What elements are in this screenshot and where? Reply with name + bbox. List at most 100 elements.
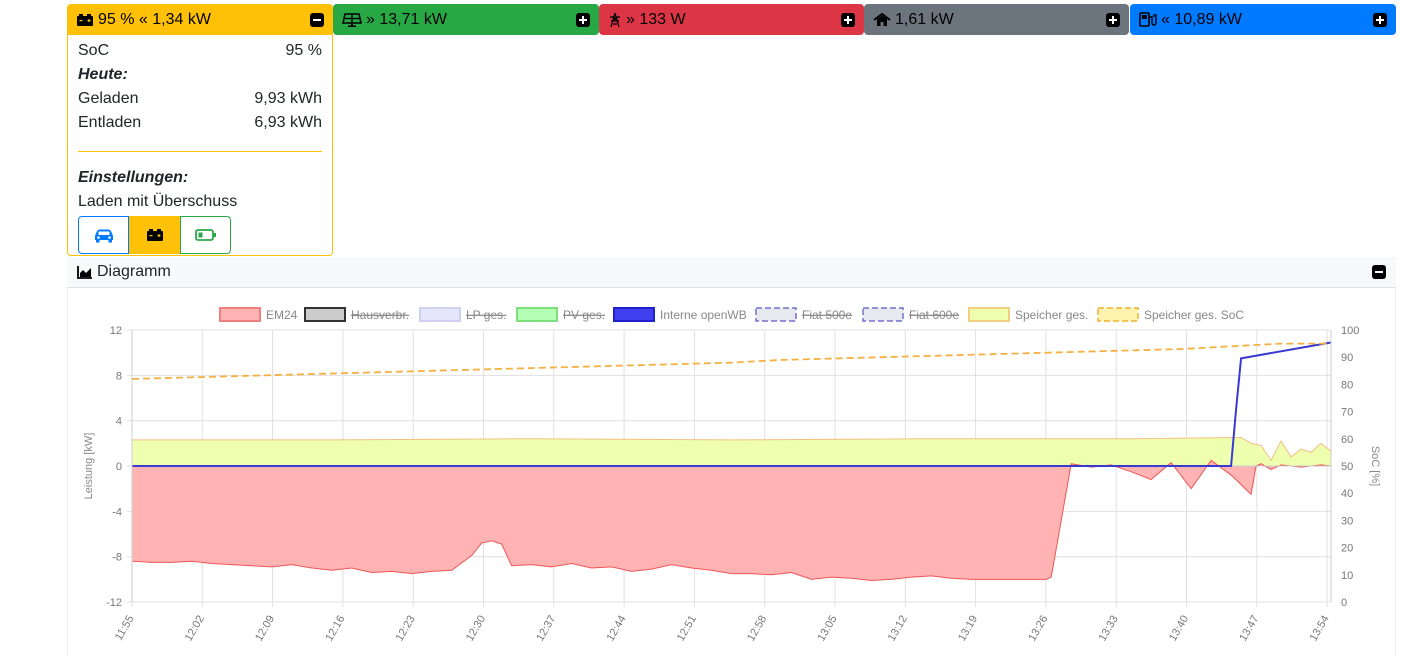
solar-panel-icon: [342, 12, 362, 27]
y-left-tick-label: 4: [116, 416, 122, 428]
series-soc-line: [131, 342, 1331, 380]
legend-swatch: [968, 307, 1010, 322]
house-header[interactable]: 1,61 kW: [864, 4, 1129, 35]
legend-label: Fiat 500e: [802, 308, 852, 322]
discharged-label: Entladen: [78, 114, 142, 131]
today-heading: Heute:: [78, 63, 322, 87]
diagram-header[interactable]: Diagramm: [67, 257, 1396, 288]
charge-header[interactable]: « 10,89 kW: [1130, 4, 1396, 35]
mode-button-group: [78, 216, 231, 254]
soc-label: SoC: [78, 42, 110, 59]
legend-label: Speicher ges.: [1015, 308, 1088, 322]
charged-row: Geladen 9,93 kWh: [78, 87, 322, 111]
plus-square-icon[interactable]: [1373, 12, 1387, 27]
y-left-tick-label: 0: [116, 461, 122, 473]
x-tick-label: 13:33: [1097, 614, 1121, 644]
car-icon: [94, 229, 113, 242]
today-label: Heute:: [78, 66, 128, 83]
mode-battery-button[interactable]: [129, 216, 180, 254]
y-right-tick-label: 80: [1341, 379, 1353, 391]
x-tick-label: 12:09: [253, 614, 277, 644]
y-right-tick-label: 50: [1341, 461, 1353, 473]
mode-row: Laden mit Überschuss: [78, 190, 322, 214]
y-left-tick-label: 12: [110, 325, 122, 337]
legend-label: Interne openWB: [660, 308, 747, 322]
y-right-tick-label: 10: [1341, 570, 1353, 582]
mode-label: Laden mit Überschuss: [78, 193, 238, 210]
battery-header[interactable]: 95 % « 1,34 kW: [67, 4, 333, 35]
series-speicher-area: [131, 437, 1332, 467]
y-right-tick-label: 30: [1341, 515, 1353, 527]
legend-swatch: [862, 307, 904, 322]
pv-header[interactable]: » 13,71 kW: [333, 4, 599, 35]
plus-square-icon[interactable]: [576, 12, 590, 27]
legend-label: LP ges.: [466, 308, 506, 322]
x-tick-label: 12:16: [323, 614, 347, 644]
y-right-tick-label: 40: [1341, 488, 1353, 500]
mode-car-button[interactable]: [78, 216, 129, 254]
x-tick-label: 13:05: [815, 614, 839, 644]
mode-battery-charge-button[interactable]: [180, 216, 231, 254]
diagram-title: Diagramm: [97, 263, 171, 280]
car-battery-icon: [146, 229, 163, 241]
legend-label: Speicher ges. SoC: [1144, 308, 1244, 322]
series-em24-area: [131, 459, 1332, 581]
charging-station-icon: [1139, 12, 1157, 27]
soc-value: 95 %: [285, 42, 322, 59]
y-right-tick-label: 0: [1341, 597, 1347, 609]
y-left-tick-label: 8: [116, 370, 122, 382]
x-tick-label: 12:44: [605, 614, 629, 644]
area-chart-icon: [77, 266, 92, 279]
x-tick-label: 12:51: [675, 614, 699, 644]
x-tick-label: 12:58: [745, 614, 769, 644]
settings-heading: Einstellungen:: [78, 166, 322, 190]
x-tick-label: 12:23: [394, 614, 418, 644]
legend-swatch: [219, 307, 261, 322]
battery-header-text: 95 % « 1,34 kW: [98, 10, 211, 28]
y-right-tick-label: 60: [1341, 434, 1353, 446]
legend-swatch: [613, 307, 655, 322]
battery-panel: SoC 95 % Heute: Geladen 9,93 kWh Entlade…: [67, 35, 333, 256]
legend-swatch: [1097, 307, 1139, 322]
x-tick-label: 12:30: [464, 614, 488, 644]
car-battery-icon: [76, 13, 94, 27]
power-tower-icon: [608, 12, 622, 28]
pv-header-text: » 13,71 kW: [366, 10, 447, 28]
house-header-text: 1,61 kW: [895, 10, 954, 28]
chart-container: EM24 Hausverbr. LP ges. PV ges. Interne open…: [67, 288, 1396, 658]
x-tick-label: 13:19: [956, 614, 980, 644]
x-tick-label: 13:54: [1308, 614, 1332, 644]
y-left-tick-label: -8: [112, 552, 122, 564]
legend-label: EM24: [266, 308, 298, 322]
y-left-axis-title: Leistung [kW]: [83, 433, 95, 500]
legend-label: Fiat 600e: [909, 308, 959, 322]
house-icon: [873, 12, 891, 27]
charge-header-text: « 10,89 kW: [1161, 10, 1242, 28]
divider: [78, 151, 322, 152]
grid-header-text: » 133 W: [626, 10, 686, 28]
charged-label: Geladen: [78, 90, 139, 107]
legend-swatch: [304, 307, 346, 322]
power-chart[interactable]: EM24 Hausverbr. LP ges. PV ges. Interne open…: [68, 288, 1397, 658]
grid-header[interactable]: » 133 W: [599, 4, 864, 35]
legend-swatch: [755, 307, 797, 322]
x-tick-label: 13:26: [1026, 614, 1050, 644]
charged-value: 9,93 kWh: [254, 90, 322, 107]
legend-label: Hausverbr.: [351, 308, 409, 322]
y-right-tick-label: 90: [1341, 352, 1353, 364]
settings-label: Einstellungen:: [78, 169, 189, 186]
battery-low-icon: [194, 229, 216, 241]
y-left-tick-label: -12: [106, 597, 122, 609]
plus-square-icon[interactable]: [1106, 12, 1120, 27]
x-tick-label: 13:40: [1167, 614, 1191, 644]
legend-label: PV ges.: [563, 308, 605, 322]
minus-square-icon[interactable]: [310, 12, 324, 27]
plus-square-icon[interactable]: [841, 12, 855, 27]
x-tick-label: 12:02: [183, 614, 207, 644]
legend-swatch: [419, 307, 461, 322]
x-tick-label: 13:12: [886, 614, 910, 644]
y-right-tick-label: 20: [1341, 543, 1353, 555]
minus-square-icon[interactable]: [1372, 265, 1386, 279]
x-tick-label: 12:37: [534, 614, 558, 644]
discharged-row: Entladen 6,93 kWh: [78, 111, 322, 135]
